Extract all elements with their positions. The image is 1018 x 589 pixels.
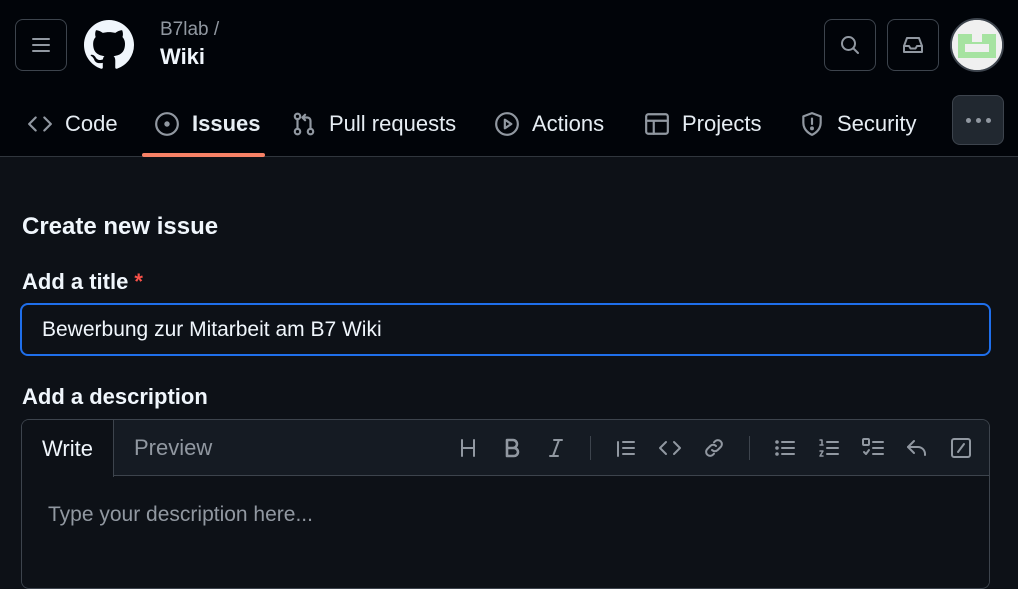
- link-icon: [705, 439, 723, 457]
- reply-icon: [907, 440, 926, 456]
- code-icon: [659, 441, 681, 455]
- heading-icon: [461, 439, 475, 457]
- git-pull-request-icon: [293, 112, 315, 135]
- slash-square-icon: [951, 438, 971, 458]
- page-title: Create new issue: [22, 213, 219, 240]
- repo-nav: Code Issues Pull requests Actions Projec…: [0, 90, 1018, 157]
- list-ordered-icon: [819, 439, 839, 457]
- github-logo-icon[interactable]: [84, 20, 134, 70]
- tab-pull-requests[interactable]: Pull requests: [291, 90, 456, 157]
- title-label: Add a title *: [22, 269, 143, 295]
- tab-preview[interactable]: Preview: [134, 420, 212, 476]
- bold-icon: [505, 438, 520, 458]
- italic-button[interactable]: [542, 434, 570, 462]
- hamburger-icon: [32, 38, 50, 52]
- ordered-list-button[interactable]: [815, 434, 843, 462]
- quote-button[interactable]: [612, 434, 640, 462]
- active-tab-indicator: [142, 153, 265, 157]
- search-button[interactable]: [824, 19, 876, 71]
- tab-actions[interactable]: Actions: [494, 90, 604, 157]
- quote-icon: [617, 441, 635, 457]
- tab-actions-label: Actions: [532, 110, 605, 136]
- shield-icon: [802, 111, 822, 136]
- tab-projects-label: Projects: [682, 110, 762, 136]
- tab-code[interactable]: Code: [27, 90, 118, 157]
- required-mark: *: [134, 269, 143, 294]
- repo-name-link[interactable]: Wiki: [160, 44, 205, 70]
- tab-issues-label: Issues: [192, 110, 261, 136]
- editor-toolbar: Write Preview: [22, 420, 989, 477]
- inbox-icon: [903, 37, 923, 53]
- top-bar: B7lab / Wiki: [0, 0, 1018, 90]
- tab-write[interactable]: Write: [22, 420, 114, 477]
- more-tabs-button[interactable]: [952, 95, 1004, 145]
- list-unordered-icon: [775, 440, 795, 456]
- code-icon: [28, 115, 52, 132]
- title-label-text: Add a title: [22, 269, 129, 294]
- play-icon: [495, 111, 519, 136]
- tasklist-icon: [862, 438, 884, 455]
- code-button[interactable]: [656, 434, 684, 462]
- description-label: Add a description: [22, 384, 208, 409]
- tab-security[interactable]: Security: [799, 90, 916, 157]
- bold-button[interactable]: [498, 434, 526, 462]
- tab-code-label: Code: [65, 110, 118, 136]
- tab-issues[interactable]: Issues: [154, 90, 261, 157]
- identicon-icon: [952, 20, 1002, 70]
- slash-commands-button[interactable]: [947, 434, 975, 462]
- link-button[interactable]: [700, 434, 728, 462]
- repo-owner-link[interactable]: B7lab /: [160, 19, 219, 41]
- inbox-button[interactable]: [887, 19, 939, 71]
- kebab-horizontal-icon: [965, 117, 971, 123]
- avatar[interactable]: [950, 18, 1004, 72]
- heading-button[interactable]: [454, 434, 482, 462]
- description-textarea[interactable]: [22, 477, 989, 587]
- tab-security-label: Security: [837, 110, 917, 136]
- italic-icon: [549, 439, 563, 457]
- tab-projects[interactable]: Projects: [644, 90, 761, 157]
- issue-title-input[interactable]: [20, 303, 991, 356]
- toolbar-divider: [590, 436, 591, 460]
- toolbar-divider: [749, 436, 750, 460]
- markdown-editor: Write Preview: [21, 419, 990, 589]
- tasklist-button[interactable]: [859, 434, 887, 462]
- reply-button[interactable]: [903, 434, 931, 462]
- search-icon: [841, 36, 859, 54]
- table-icon: [645, 112, 669, 135]
- issue-opened-icon: [155, 111, 179, 136]
- app-header: B7lab / Wiki Code Issues Pull requests A…: [0, 0, 1018, 157]
- tab-pull-requests-label: Pull requests: [329, 110, 457, 136]
- menu-button[interactable]: [15, 19, 67, 71]
- unordered-list-button[interactable]: [771, 434, 799, 462]
